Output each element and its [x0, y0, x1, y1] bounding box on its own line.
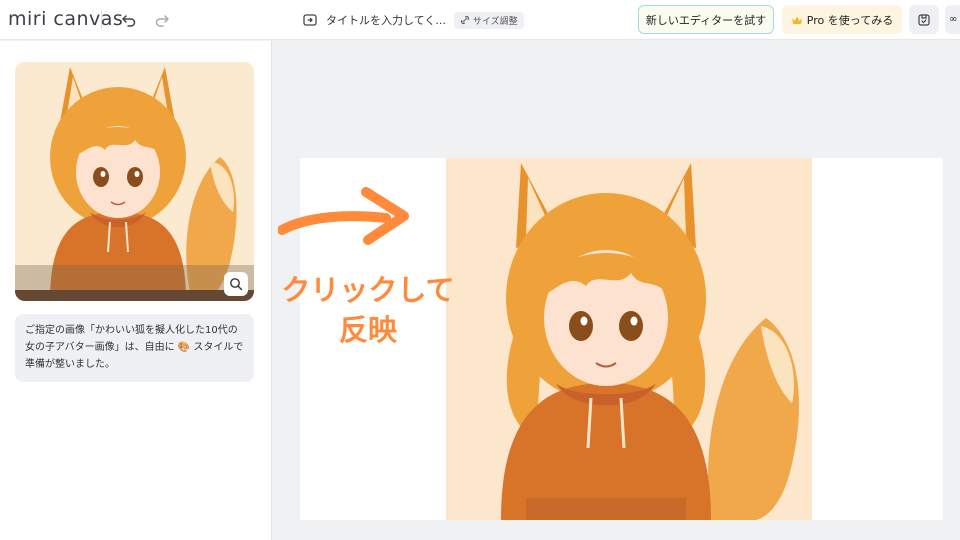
undo-icon: [122, 15, 136, 27]
canvas-image[interactable]: [446, 158, 812, 520]
annotation-text: クリックして 反映: [268, 270, 468, 350]
resize-label: サイズ調整: [472, 16, 518, 27]
annotation-arrow: [278, 187, 409, 245]
title-area: タイトルを入力してく... サイズ調整: [302, 9, 524, 31]
ai-message-text: ご指定の画像「かわいい狐を擬人化した10代の女の子アバター画像」は、自由に 🎨 …: [25, 325, 244, 370]
fox-girl-canvas-image: [446, 158, 812, 520]
divider: [101, 10, 102, 30]
annotation-line-2: 反映: [338, 313, 397, 347]
try-pro-button[interactable]: Pro を使ってみる: [782, 5, 902, 34]
resize-button[interactable]: サイズ調整: [453, 11, 524, 29]
save-button[interactable]: [909, 5, 939, 34]
title-input[interactable]: タイトルを入力してく...: [326, 12, 446, 28]
generated-image-thumbnail[interactable]: [15, 62, 254, 301]
crown-icon: [791, 16, 802, 24]
try-pro-label: Pro を使ってみる: [806, 13, 894, 27]
app-logo[interactable]: miri canvas: [8, 8, 123, 30]
undo-button[interactable]: [118, 9, 140, 31]
zoom-button[interactable]: [224, 272, 248, 296]
save-icon: [918, 13, 930, 26]
try-new-editor-label: 新しいエディターを試す: [645, 13, 767, 27]
annotation-line-1: クリックして: [281, 273, 455, 307]
search-icon: [230, 278, 243, 291]
redo-button[interactable]: [151, 9, 173, 31]
folder-arrow-icon[interactable]: [302, 12, 318, 28]
more-label: ∞: [949, 14, 958, 25]
redo-icon: [155, 15, 169, 27]
ai-message: ご指定の画像「かわいい狐を擬人化した10代の女の子アバター画像」は、自由に 🎨 …: [15, 314, 254, 382]
link-icon: [460, 15, 469, 25]
top-bar: miri canvas タイトルを入力してく... サイズ調整 新しいエディター…: [0, 0, 960, 40]
more-button[interactable]: ∞: [945, 5, 960, 34]
thumbnail-overlay: [15, 265, 254, 301]
try-new-editor-button[interactable]: 新しいエディターを試す: [638, 5, 774, 34]
left-panel: ご指定の画像「かわいい狐を擬人化した10代の女の子アバター画像」は、自由に 🎨 …: [0, 41, 272, 540]
